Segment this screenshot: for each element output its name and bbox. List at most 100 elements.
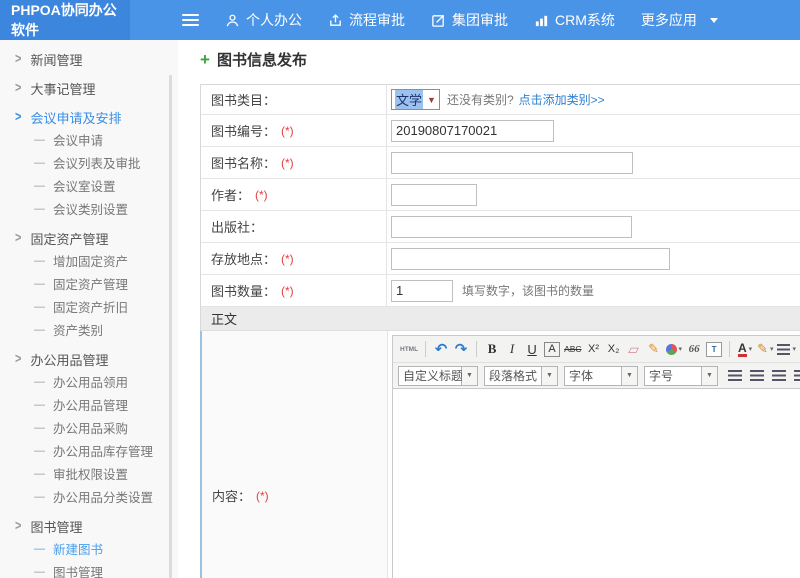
- workflow-approve-icon: [328, 13, 343, 28]
- book-name-input[interactable]: [391, 152, 633, 174]
- field-label: 出版社：: [201, 211, 387, 242]
- sidebar-scrollbar[interactable]: [169, 75, 172, 578]
- font-name-icon[interactable]: A: [544, 342, 560, 357]
- strikethrough-icon[interactable]: ABC: [564, 339, 581, 359]
- sidebar-item-supplies-use[interactable]: — 办公用品领用: [0, 370, 178, 393]
- group-edit-icon: [431, 13, 446, 28]
- italic-icon[interactable]: I: [504, 339, 520, 359]
- sidebar-item-meeting-category[interactable]: — 会议类别设置: [0, 197, 178, 220]
- nav-workflow-approval[interactable]: 流程审批: [328, 10, 405, 30]
- underline-icon[interactable]: U: [524, 339, 540, 359]
- group-label: 图书管理: [30, 517, 82, 536]
- sidebar-item-book-manage[interactable]: — 图书管理: [0, 560, 178, 578]
- add-category-link[interactable]: 点击添加类别>>: [519, 91, 605, 108]
- ordered-list-icon[interactable]: ▾: [777, 339, 796, 359]
- sidebar-item-supplies-classify[interactable]: — 办公用品分类设置: [0, 485, 178, 508]
- bold-icon[interactable]: B: [484, 339, 500, 359]
- paragraph-select-value: 段落格式: [484, 366, 542, 386]
- align-left-icon[interactable]: [728, 370, 742, 381]
- sidebar-item-asset-category[interactable]: — 资产类别: [0, 318, 178, 341]
- item-label: 办公用品分类设置: [53, 487, 153, 506]
- select-arrow-icon: ▼: [702, 366, 718, 386]
- nav-crm-system[interactable]: CRM系统: [534, 10, 615, 30]
- body-section-header: 正文: [201, 307, 800, 331]
- sidebar-group-news[interactable]: > 新闻管理: [0, 48, 178, 70]
- item-label: 办公用品库存管理: [53, 441, 153, 460]
- sidebar-item-asset-manage[interactable]: — 固定资产管理: [0, 272, 178, 295]
- required-mark: (*): [281, 284, 294, 298]
- sidebar-item-asset-depreciation[interactable]: — 固定资产折旧: [0, 295, 178, 318]
- menu-toggle-icon[interactable]: [182, 14, 199, 26]
- sidebar-item-supplies-inventory[interactable]: — 办公用品库存管理: [0, 439, 178, 462]
- book-code-input[interactable]: [391, 120, 554, 142]
- page-title-text: 图书信息发布: [217, 49, 307, 70]
- sidebar-item-supplies-purchase[interactable]: — 办公用品采购: [0, 416, 178, 439]
- sidebar-group-meeting[interactable]: > 会议申请及安排: [0, 106, 178, 128]
- select-arrow-icon: ▼: [427, 95, 436, 105]
- redo-icon[interactable]: ↷: [453, 339, 469, 359]
- align-center-icon[interactable]: [750, 370, 764, 381]
- paragraph-format-select[interactable]: 段落格式 ▼: [484, 366, 558, 386]
- required-mark: (*): [281, 252, 294, 266]
- nav-label: 流程审批: [349, 10, 405, 30]
- group-label: 会议申请及安排: [30, 108, 121, 127]
- group-label: 固定资产管理: [30, 229, 108, 248]
- align-justify-icon[interactable]: [794, 370, 800, 381]
- format-brush-icon[interactable]: ✎: [646, 339, 662, 359]
- subscript-icon[interactable]: X₂: [606, 339, 622, 359]
- sidebar-group-books[interactable]: > 图书管理: [0, 515, 178, 537]
- publisher-input[interactable]: [391, 216, 632, 238]
- item-label: 固定资产折旧: [53, 297, 128, 316]
- highlight-color-icon[interactable]: ✎▾: [757, 339, 773, 359]
- html-source-icon[interactable]: HTML: [400, 339, 418, 359]
- chevron-right-icon: >: [15, 52, 21, 67]
- topbar: PHPOA协同办公软件 个人办公 流程审批 集团审批 CRM系统 更多应用: [0, 0, 800, 40]
- align-right-icon[interactable]: [772, 370, 786, 381]
- location-input[interactable]: [391, 248, 670, 270]
- nav-group-approval[interactable]: 集团审批: [431, 10, 508, 30]
- heading-select-value: 自定义标题: [398, 366, 462, 386]
- required-mark: (*): [281, 124, 294, 138]
- sidebar-group-assets[interactable]: > 固定资产管理: [0, 227, 178, 249]
- field-value: [387, 244, 800, 274]
- font-size-select[interactable]: 字号 ▼: [644, 366, 718, 386]
- sidebar-item-supplies-manage[interactable]: — 办公用品管理: [0, 393, 178, 416]
- undo-icon[interactable]: ↶: [433, 339, 449, 359]
- label-text: 作者：: [211, 185, 250, 204]
- author-input[interactable]: [391, 184, 477, 206]
- form-row-location: 存放地点： (*): [201, 243, 800, 275]
- font-select-value: 字体: [564, 366, 622, 386]
- sidebar-item-meeting-room[interactable]: — 会议室设置: [0, 174, 178, 197]
- blockquote-icon[interactable]: 66: [686, 339, 702, 359]
- required-mark: (*): [256, 489, 269, 503]
- editor-content[interactable]: [393, 389, 800, 578]
- dash-icon: —: [34, 491, 45, 503]
- sidebar-group-supplies[interactable]: > 办公用品管理: [0, 348, 178, 370]
- paste-text-icon[interactable]: T: [706, 342, 722, 357]
- editor-toolbar-row1: HTML ↶ ↷ B I U A ABC X² X₂ ▱ ✎: [393, 336, 800, 363]
- quick-format-icon[interactable]: ▾: [666, 339, 683, 359]
- font-family-select[interactable]: 字体 ▼: [564, 366, 638, 386]
- category-select[interactable]: 文学 ▼: [391, 89, 440, 110]
- heading-select[interactable]: 自定义标题 ▼: [398, 366, 478, 386]
- field-value: [387, 180, 800, 210]
- superscript-icon[interactable]: X²: [586, 339, 602, 359]
- sidebar-item-meeting-list[interactable]: — 会议列表及审批: [0, 151, 178, 174]
- nav-more-apps[interactable]: 更多应用: [641, 10, 718, 30]
- bar-chart-icon: [534, 13, 549, 28]
- dash-icon: —: [34, 278, 45, 290]
- nav-label: 更多应用: [641, 10, 697, 30]
- sidebar-item-asset-add[interactable]: — 增加固定资产: [0, 249, 178, 272]
- sidebar-item-approval-permission[interactable]: — 审批权限设置: [0, 462, 178, 485]
- sidebar-item-book-new[interactable]: — 新建图书: [0, 537, 178, 560]
- user-icon: [225, 13, 240, 28]
- field-label: 内容： (*): [202, 331, 388, 578]
- sidebar-item-meeting-apply[interactable]: — 会议申请: [0, 128, 178, 151]
- font-color-icon[interactable]: A▾: [737, 339, 753, 359]
- eraser-icon[interactable]: ▱: [626, 339, 642, 359]
- label-text: 内容：: [212, 486, 251, 505]
- sidebar-group-events[interactable]: > 大事记管理: [0, 77, 178, 99]
- nav-personal-office[interactable]: 个人办公: [225, 10, 302, 30]
- nav-label: 集团审批: [452, 10, 508, 30]
- quantity-input[interactable]: [391, 280, 453, 302]
